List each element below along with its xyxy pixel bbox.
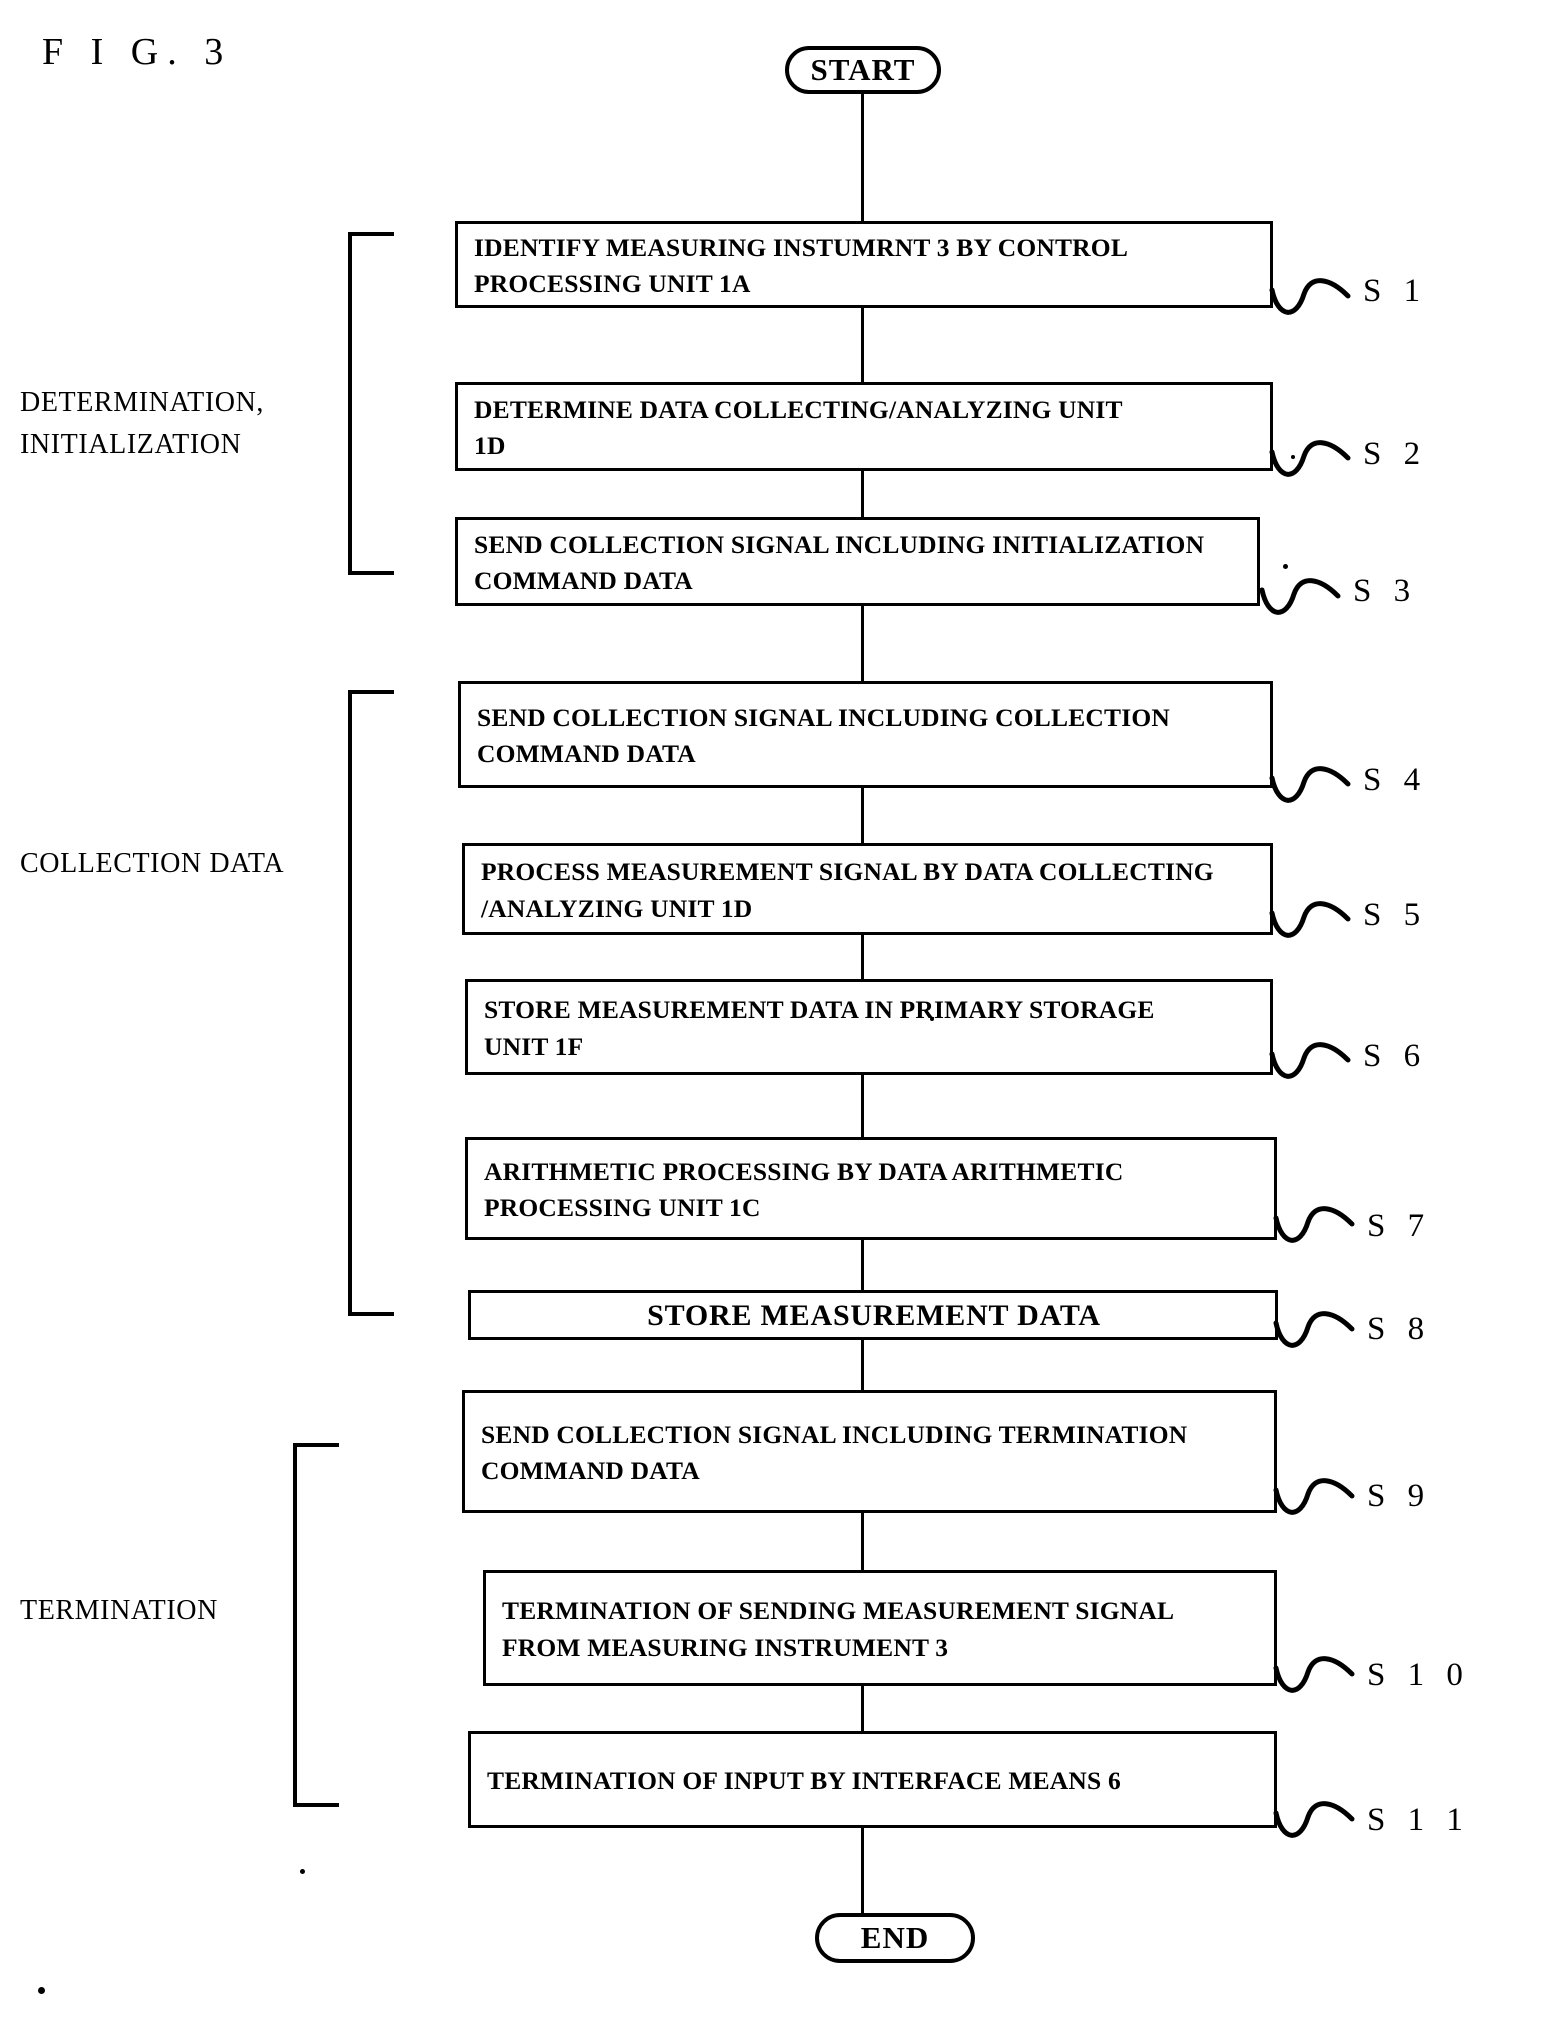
figure-label: F I G. 3 <box>42 31 233 73</box>
process-box-s1: IDENTIFY MEASURING INSTUMRNT 3 BY CONTRO… <box>455 221 1273 308</box>
process-box-s11: TERMINATION OF INPUT BY INTERFACE MEANS … <box>468 1731 1277 1828</box>
process-box-s2: DETERMINE DATA COLLECTING/ANALYZING UNIT… <box>455 382 1273 471</box>
step-label-s10: S 1 0 <box>1367 1657 1470 1693</box>
process-box-s11-line-1: TERMINATION OF INPUT BY INTERFACE MEANS … <box>487 1765 1121 1795</box>
process-box-s8-line-1: STORE MEASUREMENT DATA <box>647 1299 1101 1333</box>
connector-s6-to-s7 <box>861 1075 864 1137</box>
callout-squiggle-s11 <box>1273 1801 1355 1838</box>
process-box-s4: SEND COLLECTION SIGNAL INCLUDING COLLECT… <box>458 681 1273 788</box>
process-box-s6-line-1: STORE MEASUREMENT DATA IN PRIMARY STORAG… <box>484 995 1155 1025</box>
process-box-s3: SEND COLLECTION SIGNAL INCLUDING INITIAL… <box>455 517 1260 606</box>
group-label-determination: DETERMINATION, INITIALIZATION <box>20 382 330 466</box>
scan-speck <box>1291 455 1295 459</box>
scan-speck <box>930 1017 934 1021</box>
scan-speck <box>1283 564 1288 569</box>
end-terminal-label: END <box>860 1920 930 1955</box>
step-label-s11: S 1 1 <box>1367 1802 1470 1838</box>
process-box-s9-line-1: SEND COLLECTION SIGNAL INCLUDING TERMINA… <box>481 1419 1188 1449</box>
connector-s9-to-s10 <box>861 1513 864 1570</box>
group-bracket-collection <box>348 690 394 1316</box>
process-box-s5-line-1: PROCESS MEASUREMENT SIGNAL BY DATA COLLE… <box>481 857 1214 887</box>
callout-squiggle-s2 <box>1269 440 1351 477</box>
process-box-s10-line-2: FROM MEASURING INSTRUMENT 3 <box>502 1632 949 1662</box>
connector-s3-to-s4 <box>861 606 864 681</box>
callout-squiggle-s6 <box>1269 1042 1351 1079</box>
connector-s5-to-s6 <box>861 935 864 979</box>
figure-page: F I G. 3 START END IDENTIFY MEASURING IN… <box>0 0 1562 2026</box>
process-box-s1-line-1: IDENTIFY MEASURING INSTUMRNT 3 BY CONTRO… <box>474 232 1129 262</box>
group-label-termination: TERMINATION <box>20 1590 330 1632</box>
process-box-s1-line-2: PROCESSING UNIT 1A <box>474 269 751 298</box>
process-box-s9: SEND COLLECTION SIGNAL INCLUDING TERMINA… <box>462 1390 1277 1513</box>
group-bracket-determination <box>348 232 394 575</box>
process-box-s3-line-2: COMMAND DATA <box>474 566 693 595</box>
group-label-determination-line-1: DETERMINATION, <box>20 387 265 418</box>
step-label-s2: S 2 <box>1363 436 1428 472</box>
group-label-collection-line-1: COLLECTION DATA <box>20 848 285 879</box>
step-label-s7: S 7 <box>1367 1208 1432 1244</box>
step-label-s9: S 9 <box>1367 1478 1432 1514</box>
process-box-s2-line-2: 1D <box>474 431 506 460</box>
scan-speck <box>38 1987 45 1994</box>
step-label-s5: S 5 <box>1363 897 1428 933</box>
group-label-determination-line-2: INITIALIZATION <box>20 429 242 460</box>
step-label-s8: S 8 <box>1367 1311 1432 1347</box>
process-box-s3-line-1: SEND COLLECTION SIGNAL INCLUDING INITIAL… <box>474 529 1205 559</box>
step-label-s3: S 3 <box>1353 573 1418 609</box>
process-box-s6: STORE MEASUREMENT DATA IN PRIMARY STORAG… <box>465 979 1273 1075</box>
callout-squiggle-s1 <box>1269 278 1351 315</box>
connector-s8-to-s9 <box>861 1340 864 1390</box>
process-box-s5: PROCESS MEASUREMENT SIGNAL BY DATA COLLE… <box>462 843 1273 935</box>
group-label-collection: COLLECTION DATA <box>20 843 330 885</box>
step-label-s4: S 4 <box>1363 762 1428 798</box>
process-box-s10: TERMINATION OF SENDING MEASUREMENT SIGNA… <box>483 1570 1277 1686</box>
process-box-s10-line-1: TERMINATION OF SENDING MEASUREMENT SIGNA… <box>502 1596 1175 1626</box>
connector-s2-to-s3 <box>861 471 864 517</box>
process-box-s9-line-2: COMMAND DATA <box>481 1456 700 1485</box>
connector-s10-to-s11 <box>861 1686 864 1731</box>
callout-squiggle-s5 <box>1269 901 1351 938</box>
process-box-s4-line-1: SEND COLLECTION SIGNAL INCLUDING COLLECT… <box>477 702 1171 732</box>
callout-squiggle-s10 <box>1273 1656 1355 1693</box>
step-label-s6: S 6 <box>1363 1038 1428 1074</box>
callout-squiggle-s3 <box>1259 578 1341 615</box>
connector-start-to-s1 <box>861 94 864 221</box>
process-box-s7-line-1: ARITHMETIC PROCESSING BY DATA ARITHMETIC <box>484 1156 1124 1186</box>
connector-s1-to-s2 <box>861 308 864 382</box>
connector-s7-to-s8 <box>861 1240 864 1290</box>
start-terminal: START <box>785 46 941 94</box>
group-label-termination-line-1: TERMINATION <box>20 1595 218 1626</box>
process-box-s7: ARITHMETIC PROCESSING BY DATA ARITHMETIC… <box>465 1137 1277 1240</box>
connector-s4-to-s5 <box>861 788 864 843</box>
process-box-s5-line-2: /ANALYZING UNIT 1D <box>481 893 753 923</box>
process-box-s7-line-2: PROCESSING UNIT 1C <box>484 1193 761 1222</box>
process-box-s2-line-1: DETERMINE DATA COLLECTING/ANALYZING UNIT <box>474 394 1123 424</box>
connector-s11-to-end <box>861 1828 864 1915</box>
callout-squiggle-s8 <box>1273 1311 1355 1348</box>
callout-squiggle-s9 <box>1273 1478 1355 1515</box>
callout-squiggle-s7 <box>1273 1206 1355 1243</box>
process-box-s8: STORE MEASUREMENT DATA <box>468 1290 1278 1340</box>
process-box-s4-line-2: COMMAND DATA <box>477 739 696 768</box>
step-label-s1: S 1 <box>1363 273 1428 309</box>
start-terminal-label: START <box>810 52 916 87</box>
process-box-s6-line-2: UNIT 1F <box>484 1031 584 1061</box>
callout-squiggle-s4 <box>1269 766 1351 803</box>
scan-speck <box>300 1869 305 1874</box>
end-terminal: END <box>815 1913 975 1963</box>
